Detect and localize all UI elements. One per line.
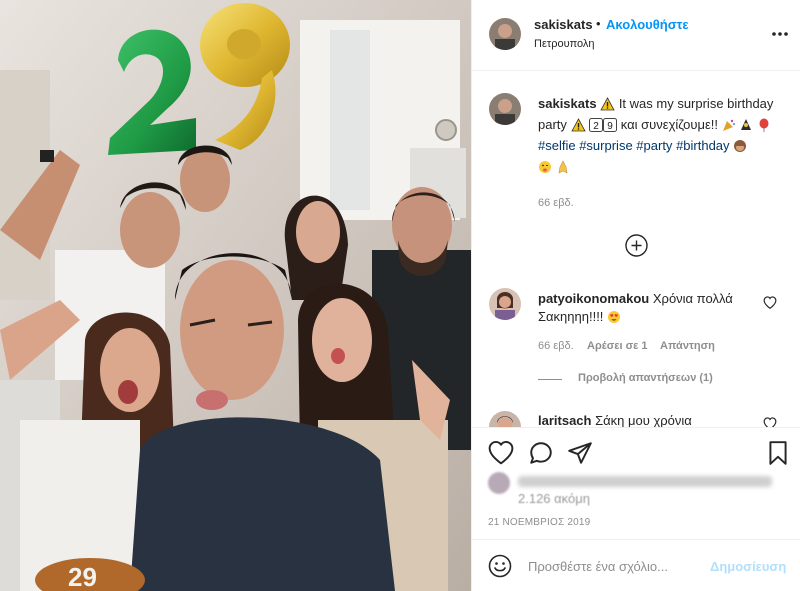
post-actions: 2.126 ακόμη 21 ΝΟΕΜΒΡΙΟΣ 2019 bbox=[472, 427, 800, 539]
hashtag-link[interactable]: #selfie bbox=[538, 138, 576, 153]
caption-avatar[interactable] bbox=[489, 93, 521, 125]
comment-like-heart-icon[interactable] bbox=[763, 417, 777, 427]
post-date[interactable]: 21 ΝΟΕΜΒΡΙΟΣ 2019 bbox=[488, 517, 590, 528]
author-avatar[interactable] bbox=[489, 18, 521, 50]
more-options-icon[interactable] bbox=[770, 26, 790, 42]
likes-more-count[interactable]: 2.126 ακόμη bbox=[518, 491, 590, 506]
caption-line-2: και συνεχίζουμε!! bbox=[620, 117, 718, 132]
caption-text: sakiskats It was my surprise birthday pa… bbox=[538, 95, 788, 179]
hashtag-link[interactable]: #birthday bbox=[676, 138, 729, 153]
post-location[interactable]: Πετρουπολη bbox=[534, 38, 595, 50]
balloon-emoji-icon bbox=[757, 118, 771, 137]
folded-hands-emoji-icon bbox=[556, 160, 570, 179]
author-username[interactable]: sakiskats bbox=[534, 17, 593, 32]
share-paper-plane-icon[interactable] bbox=[567, 440, 593, 466]
hashtag-link[interactable]: #party bbox=[636, 138, 672, 153]
separator-dot: • bbox=[596, 16, 601, 31]
svg-text:9: 9 bbox=[607, 121, 613, 132]
keycap-digit-icon: 9 bbox=[603, 118, 618, 137]
party-hat-emoji-icon bbox=[739, 118, 753, 137]
post-comment-button[interactable]: Δημοσίευση bbox=[710, 559, 786, 574]
commenter-username[interactable]: patyoikonomakou bbox=[538, 291, 649, 306]
monkey-emoji-icon bbox=[733, 139, 747, 158]
post-sidebar: sakiskats • Ακολουθήστε Πετρουπολη sakis… bbox=[471, 0, 800, 591]
cake-number-candles: 29 bbox=[68, 562, 97, 591]
comments-list[interactable]: sakiskats It was my surprise birthday pa… bbox=[472, 71, 800, 427]
comment-body: Σάκη μου χρόνια bbox=[595, 413, 692, 427]
party-popper-emoji-icon bbox=[722, 118, 736, 137]
comment-timestamp[interactable]: 66 εβδ. bbox=[538, 340, 574, 352]
tongue-face-emoji-icon bbox=[538, 160, 552, 179]
comment-text: laritsach Σάκη μου χρόνια bbox=[538, 412, 760, 427]
load-more-comments-icon[interactable] bbox=[625, 234, 648, 257]
save-bookmark-icon[interactable] bbox=[765, 440, 791, 466]
warning-emoji-icon bbox=[600, 97, 615, 116]
comment-like-heart-icon[interactable] bbox=[763, 296, 777, 310]
follow-button[interactable]: Ακολουθήστε bbox=[606, 17, 689, 32]
post-header: sakiskats • Ακολουθήστε Πετρουπολη bbox=[472, 0, 800, 71]
caption-username[interactable]: sakiskats bbox=[538, 96, 597, 111]
comment-input[interactable] bbox=[528, 552, 708, 580]
emoji-picker-icon[interactable] bbox=[488, 554, 512, 578]
commenter-username[interactable]: laritsach bbox=[538, 413, 591, 427]
svg-text:2: 2 bbox=[593, 121, 599, 132]
party-selfie-image: 29 bbox=[0, 0, 471, 591]
comment-text: patyoikonomakou Χρόνια πολλά Σακηηηη!!!! bbox=[538, 290, 760, 329]
commenter-avatar[interactable] bbox=[489, 411, 521, 427]
view-replies-button[interactable]: Προβολή απαντήσεων (1) bbox=[578, 372, 713, 384]
warning-emoji-icon bbox=[570, 118, 586, 137]
caption-timestamp[interactable]: 66 εβδ. bbox=[538, 197, 574, 209]
blurred-likers-text bbox=[518, 476, 772, 487]
liker-avatar bbox=[488, 472, 510, 494]
comment-likes-count[interactable]: Αρέσει σε 1 bbox=[587, 340, 648, 352]
like-heart-icon[interactable] bbox=[488, 440, 514, 466]
commenter-avatar[interactable] bbox=[489, 288, 521, 320]
hashtag-link[interactable]: #surprise bbox=[579, 138, 632, 153]
heart-eyes-emoji-icon bbox=[607, 310, 621, 329]
keycap-digit-icon: 2 bbox=[589, 118, 604, 137]
post-photo[interactable]: 29 bbox=[0, 0, 471, 591]
view-replies-divider bbox=[538, 379, 562, 380]
comment-bubble-icon[interactable] bbox=[528, 440, 554, 466]
reply-button[interactable]: Απάντηση bbox=[660, 340, 715, 352]
add-comment-bar: Δημοσίευση bbox=[472, 539, 800, 591]
